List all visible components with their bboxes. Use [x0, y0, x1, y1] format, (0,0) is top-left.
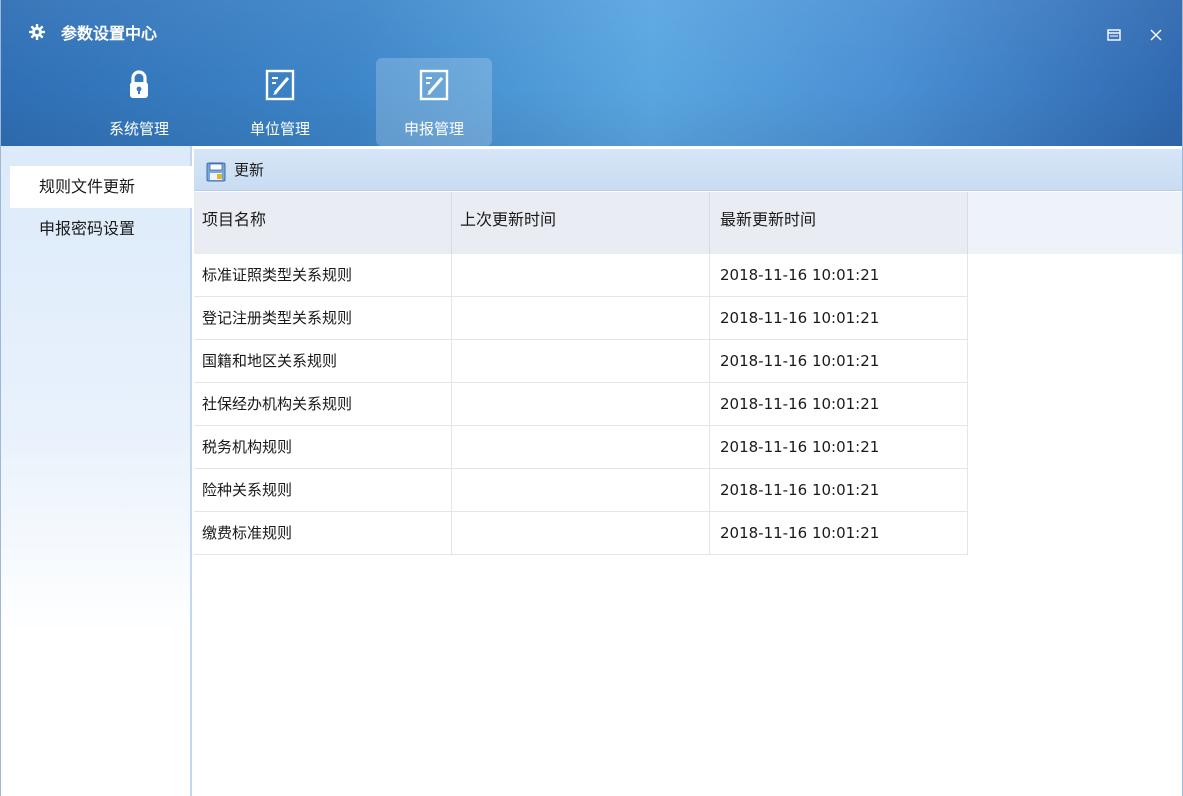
cell-name: 标准证照类型关系规则 [194, 254, 452, 297]
nav-item-label: 申报管理 [403, 120, 464, 138]
cell-name: 国籍和地区关系规则 [194, 340, 452, 383]
table-row[interactable]: 社保经办机构关系规则 2018-11-16 10:01:21 [194, 383, 1182, 426]
cell-latest-update: 2018-11-16 10:01:21 [710, 512, 968, 555]
table-row[interactable]: 缴费标准规则 2018-11-16 10:01:21 [194, 512, 1182, 555]
table-row[interactable]: 标准证照类型关系规则 2018-11-16 10:01:21 [194, 254, 1182, 297]
table-header: 项目名称 上次更新时间 最新更新时间 [194, 192, 1182, 254]
column-header-latest-update[interactable]: 最新更新时间 [710, 192, 968, 254]
cell-name: 税务机构规则 [194, 426, 452, 469]
cell-latest-update: 2018-11-16 10:01:21 [710, 254, 968, 297]
lock-icon [130, 70, 148, 98]
header-filler [969, 192, 1182, 254]
sidebar: 规则文件更新 申报密码设置 [1, 146, 192, 796]
cell-latest-update: 2018-11-16 10:01:21 [710, 340, 968, 383]
table-row[interactable]: 险种关系规则 2018-11-16 10:01:21 [194, 469, 1182, 512]
restore-window-icon[interactable] [1107, 28, 1121, 42]
cell-last-update [452, 340, 710, 383]
cell-latest-update: 2018-11-16 10:01:21 [710, 426, 968, 469]
cell-last-update [452, 426, 710, 469]
cell-latest-update: 2018-11-16 10:01:21 [710, 383, 968, 426]
column-header-last-update[interactable]: 上次更新时间 [452, 192, 710, 254]
save-disk-icon[interactable] [206, 162, 226, 182]
cell-name: 缴费标准规则 [194, 512, 452, 555]
toolbar: 更新 [194, 149, 1182, 191]
cell-latest-update: 2018-11-16 10:01:21 [710, 469, 968, 512]
cell-name: 险种关系规则 [194, 469, 452, 512]
settings-window: 参数设置中心 系统管理 单位管理 申报管理 规则文件更新 申报密码设置 更新 项… [0, 0, 1183, 796]
header-banner: 参数设置中心 系统管理 单位管理 申报管理 [1, 0, 1182, 146]
nav-item-unit[interactable]: 单位管理 [222, 58, 338, 146]
cell-last-update [452, 297, 710, 340]
column-header-name[interactable]: 项目名称 [194, 192, 452, 254]
edit-form-icon [419, 69, 449, 101]
gear-icon [29, 24, 45, 40]
table-row[interactable]: 税务机构规则 2018-11-16 10:01:21 [194, 426, 1182, 469]
cell-latest-update: 2018-11-16 10:01:21 [710, 297, 968, 340]
update-button[interactable]: 更新 [234, 159, 264, 180]
title-bar: 参数设置中心 [1, 0, 1182, 43]
rules-table: 项目名称 上次更新时间 最新更新时间 标准证照类型关系规则 2018-11-16… [194, 192, 1182, 555]
sidebar-item-password-settings[interactable]: 申报密码设置 [10, 208, 192, 250]
cell-last-update [452, 469, 710, 512]
nav-item-label: 单位管理 [249, 120, 310, 138]
edit-form-icon [265, 69, 295, 101]
main-nav: 系统管理 单位管理 申报管理 [1, 58, 1182, 146]
table-row[interactable]: 登记注册类型关系规则 2018-11-16 10:01:21 [194, 297, 1182, 340]
cell-last-update [452, 254, 710, 297]
cell-name: 社保经办机构关系规则 [194, 383, 452, 426]
cell-last-update [452, 512, 710, 555]
cell-last-update [452, 383, 710, 426]
table-row[interactable]: 国籍和地区关系规则 2018-11-16 10:01:21 [194, 340, 1182, 383]
nav-item-declaration[interactable]: 申报管理 [376, 58, 492, 146]
cell-name: 登记注册类型关系规则 [194, 297, 452, 340]
nav-item-system[interactable]: 系统管理 [81, 58, 197, 146]
sidebar-item-rule-file-update[interactable]: 规则文件更新 [10, 166, 192, 208]
nav-item-label: 系统管理 [108, 120, 169, 138]
window-title: 参数设置中心 [61, 24, 158, 43]
close-icon[interactable] [1149, 28, 1163, 42]
